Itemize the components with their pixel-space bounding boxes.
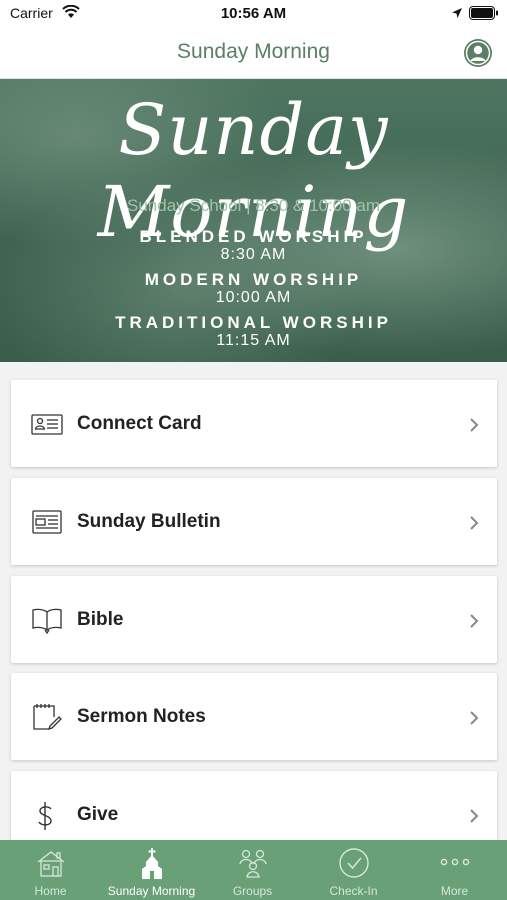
menu-item-connect-card[interactable]: Connect Card [11,380,497,467]
sunday-morning-banner: Sunday Morning Sunday School | 8:30 & 10… [0,79,507,362]
chevron-right-icon [469,613,479,629]
profile-button[interactable] [463,38,493,68]
chevron-right-icon [469,808,479,824]
tab-check-in[interactable]: Check-In [303,840,404,900]
tab-home[interactable]: Home [0,840,101,900]
service-time: 11:15 AM [216,332,291,349]
chevron-right-icon [469,417,479,433]
check-circle-icon [303,848,404,880]
dollar-icon [31,801,63,830]
location-arrow-icon [451,6,463,24]
id-card-icon [31,410,63,438]
menu-item-label: Give [77,804,119,825]
menu-item-sermon-notes[interactable]: Sermon Notes [11,673,497,760]
banner-subtitle: Sunday School | 8:30 & 10:00 am [127,196,380,215]
service-traditional: TRADITIONAL WORSHIP 11:15 AM [0,313,507,350]
nav-bar: Sunday Morning [0,28,507,79]
house-icon [0,848,101,880]
battery-icon [469,6,499,25]
chevron-right-icon [469,710,479,726]
newspaper-icon [31,508,63,536]
page-title: Sunday Morning [177,40,330,63]
book-icon [31,606,63,635]
service-blended: BLENDED WORSHIP 8:30 AM [0,227,507,264]
tab-more[interactable]: More [404,840,505,900]
service-time: 8:30 AM [220,246,287,263]
menu-item-label: Connect Card [77,413,202,434]
service-time: 10:00 AM [215,289,292,306]
tab-sunday-morning[interactable]: Sunday Morning [101,840,202,900]
status-time: 10:56 AM [220,5,287,22]
tab-label: Check-In [329,884,378,898]
notepad-pencil-icon [31,703,63,731]
service-name: TRADITIONAL WORSHIP [115,313,392,332]
service-name: MODERN WORSHIP [144,270,363,289]
tab-label: More [440,884,469,898]
menu-item-label: Sunday Bulletin [77,511,221,532]
menu-item-bible[interactable]: Bible [11,576,497,663]
tab-groups[interactable]: Groups [202,840,303,900]
service-name: BLENDED WORSHIP [139,227,368,246]
tab-bar: Home Sunday Morning Groups Check-In More [0,840,507,900]
menu-item-sunday-bulletin[interactable]: Sunday Bulletin [11,478,497,565]
tab-label: Home [34,884,67,898]
status-bar: Carrier 10:56 AM [0,0,507,28]
menu-item-label: Sermon Notes [77,706,206,727]
user-avatar-icon [464,39,492,67]
service-modern: MODERN WORSHIP 10:00 AM [0,270,507,307]
group-icon [202,848,303,880]
more-icon [404,848,505,880]
tab-label: Groups [232,884,273,898]
menu-item-label: Bible [77,609,124,630]
chevron-right-icon [469,515,479,531]
tab-label: Sunday Morning [107,884,196,898]
church-icon [101,848,202,880]
